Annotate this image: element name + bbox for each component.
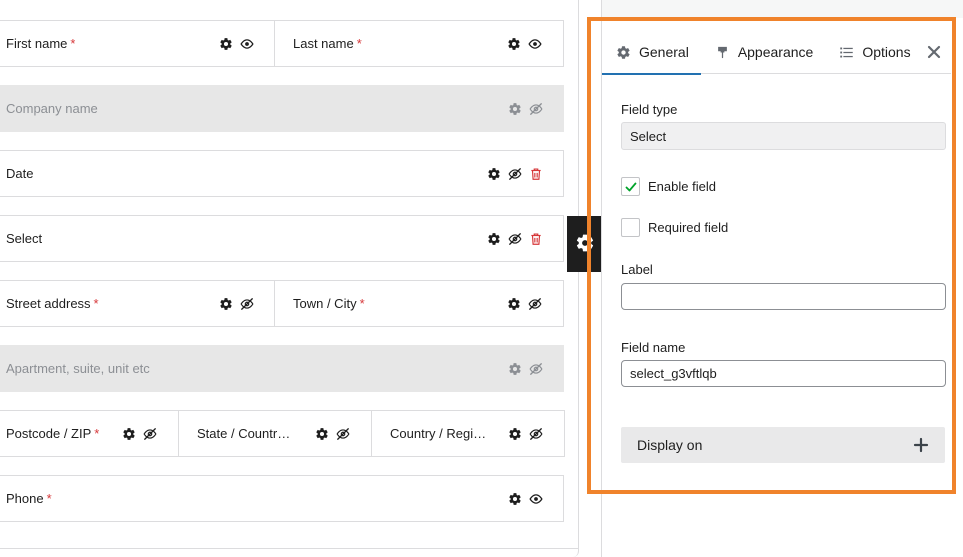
list-icon — [839, 45, 854, 60]
close-icon — [927, 45, 941, 62]
enable-field-checkbox[interactable] — [621, 177, 640, 196]
gear-icon[interactable] — [508, 102, 522, 116]
field-row: Street address * Town / City * — [0, 280, 564, 327]
eye-off-icon[interactable] — [528, 297, 542, 311]
required-field-checkbox-row[interactable]: Required field — [621, 218, 728, 237]
field-street-address[interactable]: Street address * — [0, 280, 275, 327]
field-label: Town / City * — [293, 296, 365, 311]
display-on-label: Display on — [637, 437, 703, 453]
tab-label: General — [639, 44, 689, 60]
tab-label: Options — [862, 44, 911, 60]
field-row: Apartment, suite, unit etc — [0, 345, 564, 392]
field-label: Postcode / ZIP * — [6, 426, 100, 441]
gear-icon — [616, 45, 631, 60]
gear-icon — [575, 233, 595, 256]
tab-options[interactable]: Options — [825, 31, 922, 74]
field-label: Street address * — [6, 296, 99, 311]
field-label: Country / Regi… — [390, 426, 487, 441]
field-label: Phone * — [6, 491, 52, 506]
display-on-button[interactable]: Display on — [621, 427, 945, 463]
field-label: State / Countr… — [197, 426, 291, 441]
eye-off-icon[interactable] — [143, 427, 157, 441]
gear-icon[interactable] — [487, 167, 501, 181]
tab-general[interactable]: General — [602, 31, 701, 75]
gear-icon[interactable] — [507, 297, 521, 311]
eye-icon[interactable] — [240, 37, 254, 51]
field-row: Postcode / ZIP * State / Countr… Country … — [0, 410, 565, 457]
field-row: Phone * — [0, 475, 564, 522]
label-field-label: Label — [621, 262, 653, 277]
gear-icon[interactable] — [219, 297, 233, 311]
field-row: Company name — [0, 85, 564, 132]
field-label: Apartment, suite, unit etc — [6, 361, 150, 376]
gear-icon[interactable] — [508, 492, 522, 506]
eye-off-icon[interactable] — [240, 297, 254, 311]
gear-icon[interactable] — [315, 427, 329, 441]
eye-off-icon[interactable] — [508, 232, 522, 246]
close-panel-button[interactable] — [924, 43, 944, 63]
field-row: Date — [0, 150, 564, 197]
gear-icon[interactable] — [122, 427, 136, 441]
field-select[interactable]: Select — [0, 215, 564, 262]
paint-brush-icon — [715, 45, 730, 60]
field-type-label: Field type — [621, 102, 678, 117]
field-first-name[interactable]: First name * — [0, 20, 275, 67]
trash-icon[interactable] — [529, 167, 543, 181]
eye-off-icon[interactable] — [336, 427, 350, 441]
field-label: Select — [6, 231, 43, 246]
field-label: Company name — [6, 101, 98, 116]
field-town-city[interactable]: Town / City * — [274, 280, 564, 327]
field-company-name[interactable]: Company name — [0, 85, 564, 132]
canvas-bottom-edge — [0, 548, 579, 557]
eye-off-icon[interactable] — [529, 362, 543, 376]
settings-tabs: General Appearance Options — [602, 31, 951, 75]
eye-off-icon[interactable] — [508, 167, 522, 181]
field-row: Select — [0, 215, 564, 262]
field-type-value: Select — [621, 122, 946, 150]
enable-field-checkbox-row[interactable]: Enable field — [621, 177, 716, 196]
field-phone[interactable]: Phone * — [0, 475, 564, 522]
enable-field-label: Enable field — [648, 179, 716, 194]
gear-icon[interactable] — [508, 427, 522, 441]
gear-icon[interactable] — [219, 37, 233, 51]
field-last-name[interactable]: Last name * — [274, 20, 564, 67]
tab-appearance[interactable]: Appearance — [701, 31, 826, 74]
field-state-country[interactable]: State / Countr… — [178, 410, 372, 457]
canvas-border — [578, 0, 579, 548]
field-settings-panel — [601, 0, 963, 557]
field-country-region[interactable]: Country / Regi… — [371, 410, 565, 457]
tab-label: Appearance — [737, 44, 814, 60]
required-field-label: Required field — [648, 220, 729, 235]
field-label: First name * — [6, 36, 76, 51]
gear-icon[interactable] — [487, 232, 501, 246]
field-label: Last name * — [293, 36, 362, 51]
trash-icon[interactable] — [529, 232, 543, 246]
gear-icon[interactable] — [507, 37, 521, 51]
eye-off-icon[interactable] — [529, 102, 543, 116]
label-input[interactable] — [621, 283, 946, 310]
check-icon — [625, 182, 636, 191]
field-date[interactable]: Date — [0, 150, 564, 197]
field-row: First name * Last name * — [0, 20, 564, 67]
plus-icon — [913, 437, 929, 453]
settings-toggle-button[interactable] — [567, 216, 603, 272]
eye-icon[interactable] — [529, 492, 543, 506]
form-builder-canvas: First name * Last name * Company name Da… — [0, 0, 580, 557]
field-label: Date — [6, 166, 34, 181]
field-postcode[interactable]: Postcode / ZIP * — [0, 410, 179, 457]
eye-icon[interactable] — [528, 37, 542, 51]
required-field-checkbox[interactable] — [621, 218, 640, 237]
panel-top-strip — [602, 0, 963, 18]
field-name-input[interactable] — [621, 360, 946, 387]
field-apartment[interactable]: Apartment, suite, unit etc — [0, 345, 564, 392]
gear-icon[interactable] — [508, 362, 522, 376]
field-name-label: Field name — [621, 340, 686, 355]
eye-off-icon[interactable] — [529, 427, 543, 441]
